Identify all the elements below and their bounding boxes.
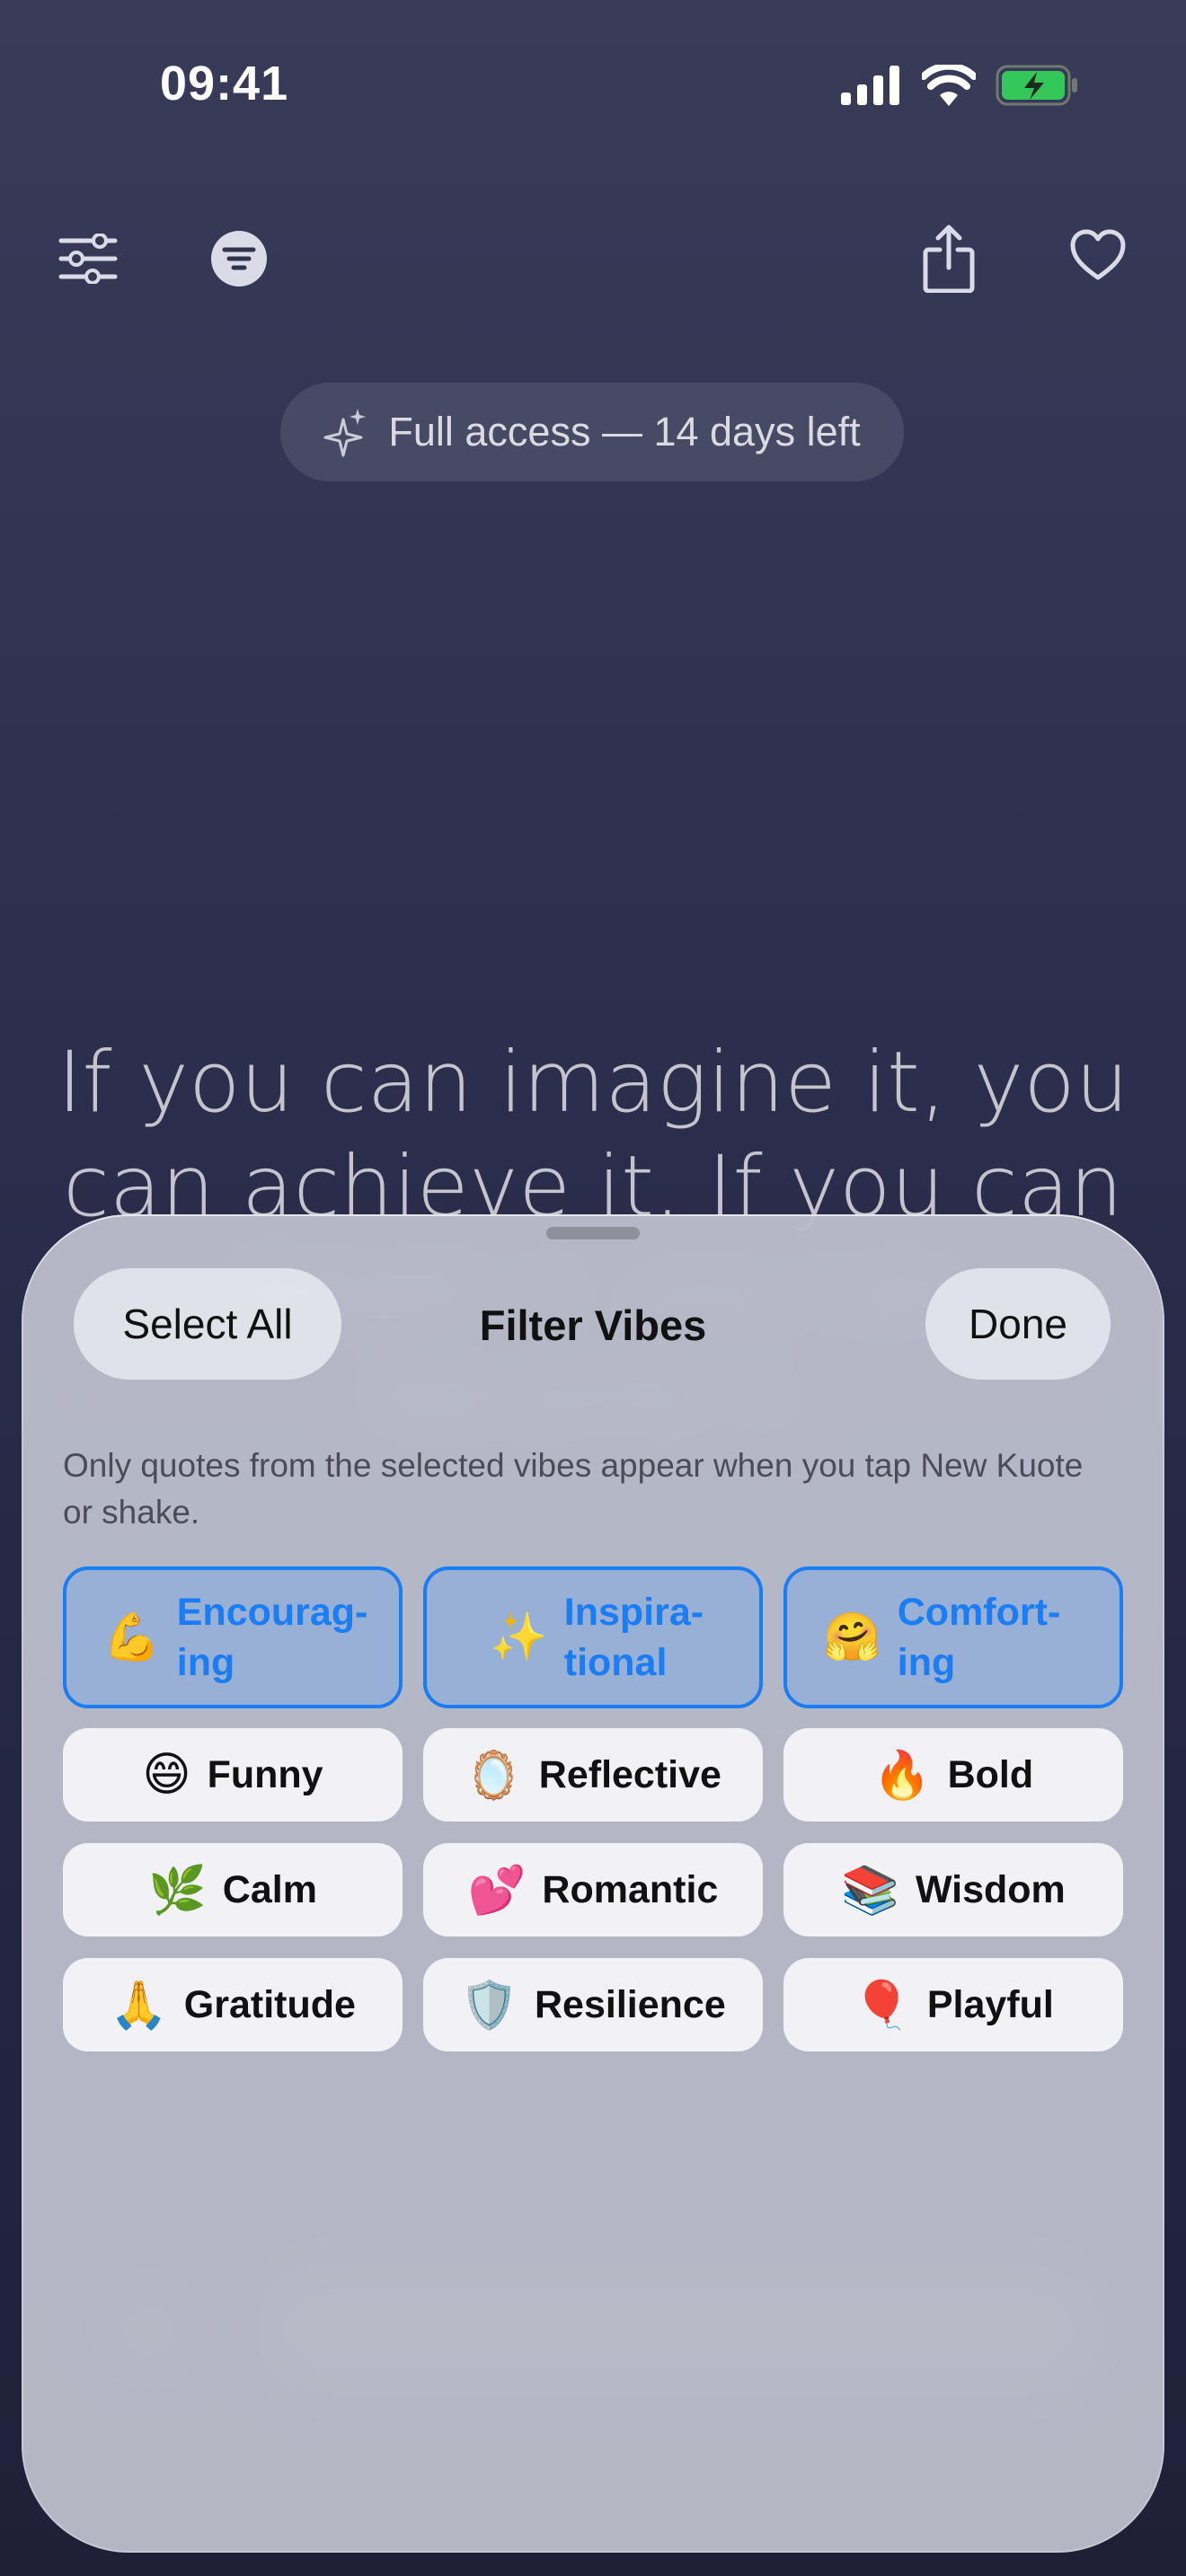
shield-icon: 🛡️ [460, 1979, 518, 2032]
sheet-description: Only quotes from the selected vibes appe… [63, 1447, 1084, 1531]
vibe-label: Romantic [542, 1867, 719, 1911]
vibe-label: Bold [947, 1752, 1034, 1796]
sparkles-emoji-icon: ✨ [490, 1611, 548, 1663]
hugging-face-icon: 🤗 [823, 1611, 881, 1663]
done-button[interactable]: Done [925, 1268, 1111, 1380]
status-time: 09:41 [160, 57, 289, 110]
heart-icon [1070, 229, 1126, 280]
vibes-filter-button[interactable] [196, 216, 282, 302]
herb-icon: 🌿 [148, 1864, 207, 1917]
share-button[interactable] [906, 216, 992, 302]
balloon-icon: 🎈 [853, 1979, 911, 2032]
vibe-label: Reflective [538, 1752, 721, 1796]
trial-status-pill[interactable]: Full access — 14 days left [280, 383, 904, 481]
wifi-icon [922, 65, 976, 106]
flexed-biceps-icon: 💪 [102, 1611, 161, 1663]
vibe-label: Resilience [535, 1982, 726, 2026]
vibe-label: Comfort- ing [897, 1591, 1061, 1684]
sliders-icon [58, 234, 118, 284]
vibe-chip-comforting[interactable]: 🤗 Comfort- ing [783, 1566, 1123, 1708]
favorite-button[interactable] [1055, 212, 1141, 298]
status-icons [841, 65, 1078, 106]
settings-sliders-button[interactable] [45, 216, 131, 302]
mirror-icon: 🪞 [465, 1749, 523, 1802]
vibes-filter-icon [211, 231, 267, 287]
vibe-chip-romantic[interactable]: 💕 Romantic [423, 1843, 763, 1936]
vibe-label: Funny [207, 1752, 323, 1796]
vibe-chip-calm[interactable]: 🌿 Calm [63, 1843, 403, 1936]
sparkles-icon [323, 409, 367, 457]
share-icon [923, 225, 975, 293]
fire-icon: 🔥 [872, 1749, 932, 1802]
vibe-chip-playful[interactable]: 🎈 Playful [783, 1958, 1123, 2051]
vibe-label: Playful [926, 1982, 1054, 2026]
vibe-label: Wisdom [915, 1867, 1066, 1911]
battery-charging-icon [996, 65, 1077, 106]
trial-label: Full access — 14 days left [388, 409, 861, 454]
folded-hands-icon: 🙏 [110, 1979, 168, 2032]
vibe-label: Encourag- ing [176, 1591, 368, 1684]
select-all-button[interactable]: Select All [74, 1268, 341, 1380]
sheet-grabber[interactable] [546, 1227, 640, 1239]
vibe-chip-encouraging[interactable]: 💪 Encourag- ing [63, 1566, 403, 1708]
vibe-label: Inspira- tional [563, 1591, 704, 1684]
vibe-chip-inspirational[interactable]: ✨ Inspira- tional [423, 1566, 763, 1708]
vibe-chip-gratitude[interactable]: 🙏 Gratitude [63, 1958, 403, 2051]
vibe-label: Gratitude [183, 1982, 356, 2026]
vibe-chip-reflective[interactable]: 🪞 Reflective [423, 1728, 763, 1822]
cellular-signal-icon [841, 66, 899, 105]
vibe-chip-resilience[interactable]: 🛡️ Resilience [423, 1958, 763, 2051]
vibe-chip-wisdom[interactable]: 📚 Wisdom [783, 1843, 1123, 1936]
two-hearts-icon: 💕 [467, 1864, 527, 1917]
books-icon: 📚 [841, 1864, 899, 1917]
vibe-label: Calm [222, 1867, 317, 1911]
sheet-title: Filter Vibes [479, 1301, 707, 1349]
grinning-face-icon: 😄 [142, 1749, 191, 1801]
vibe-chip-bold[interactable]: 🔥 Bold [783, 1728, 1123, 1822]
vibe-chip-funny[interactable]: 😄 Funny [63, 1728, 403, 1822]
